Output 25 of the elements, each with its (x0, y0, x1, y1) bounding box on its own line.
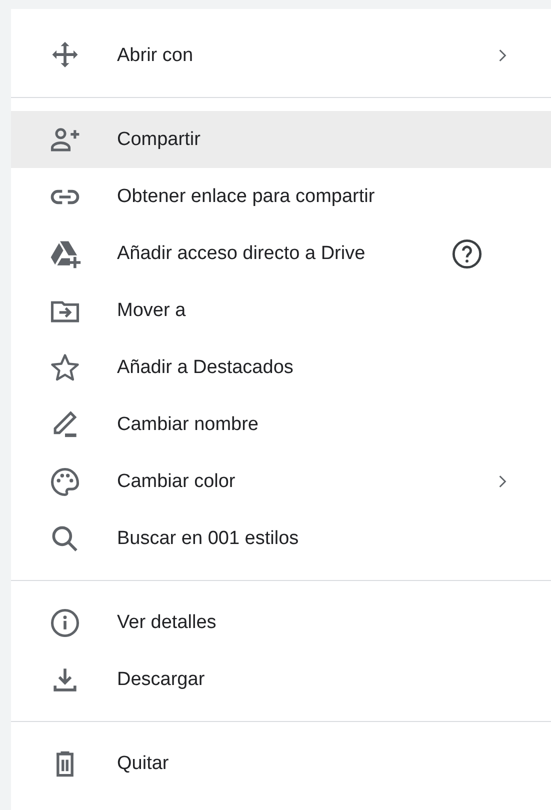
menu-item[interactable]: Quitar (11, 735, 551, 792)
menu-item[interactable]: Mover a (11, 282, 551, 339)
menu-item-label: Abrir con (117, 44, 194, 66)
menu-item[interactable]: Ver detalles (11, 594, 551, 651)
menu-item[interactable]: Obtener enlace para compartir (11, 168, 551, 225)
menu-item[interactable]: Compartir (11, 111, 551, 168)
menu-item-label: Cambiar color (117, 470, 236, 492)
menu-item-label: Obtener enlace para compartir (117, 186, 376, 208)
menu-item-label: Ver detalles (117, 612, 218, 634)
menu-item[interactable]: Buscar en 001 estilos (11, 510, 551, 567)
menu-item-label: Quitar (117, 752, 170, 774)
menu-item-label: Añadir acceso directo a Drive (117, 242, 366, 264)
menu-item[interactable]: Cambiar nombre (11, 396, 551, 453)
menu-item[interactable]: Abrir con (11, 27, 551, 84)
menu-item[interactable]: Añadir acceso directo a Drive (11, 225, 551, 282)
menu-item-label: Añadir a Destacados (117, 356, 294, 378)
menu-item-label: Buscar en 001 estilos (117, 528, 300, 550)
menu-item-label: Compartir (117, 128, 202, 150)
menu-item-label: Mover a (117, 300, 187, 322)
help-icon[interactable] (451, 238, 483, 270)
menu-item-label: Descargar (117, 668, 206, 690)
menu-item[interactable]: Cambiar color (11, 453, 551, 510)
menu-item-label: Cambiar nombre (117, 414, 260, 436)
menu-item[interactable]: Añadir a Destacados (11, 339, 551, 396)
menu-item[interactable]: Descargar (11, 651, 551, 708)
